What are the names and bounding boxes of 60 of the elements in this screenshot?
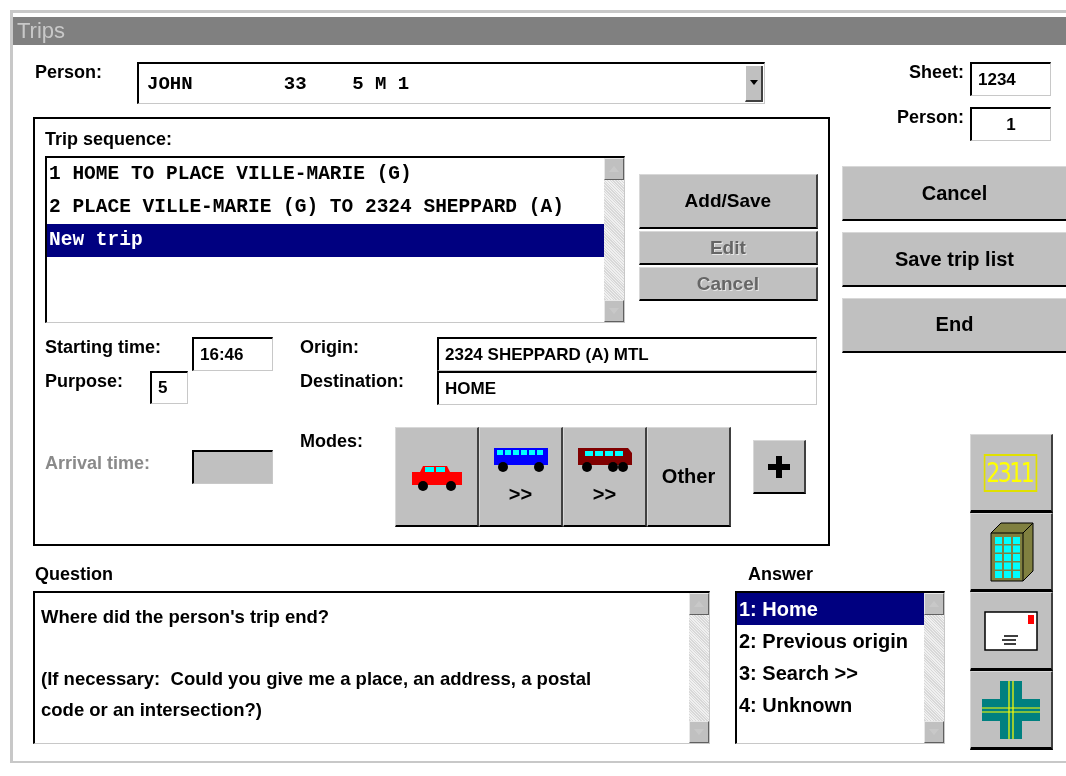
origin-field[interactable]: 2324 SHEPPARD (A) MTL bbox=[437, 337, 817, 371]
side-action-button[interactable]: Save trip list bbox=[842, 232, 1066, 287]
add-mode-button[interactable] bbox=[753, 440, 806, 494]
side-action-button[interactable]: End bbox=[842, 298, 1066, 353]
scroll-up-button[interactable] bbox=[689, 593, 709, 615]
counter-display: 2311 bbox=[984, 453, 1038, 492]
person-number-label: Person: bbox=[896, 107, 964, 128]
starting-time-label: Starting time: bbox=[45, 337, 162, 358]
trip-item[interactable]: 1 HOME TO PLACE VILLE-MARIE (G) bbox=[47, 158, 604, 191]
person-label: Person: bbox=[34, 62, 104, 83]
scrollbar[interactable] bbox=[603, 158, 624, 322]
answer-list[interactable]: 1: Home 2: Previous origin 3: Search >> 4: Unknown bbox=[735, 591, 945, 744]
question-text: Where did the person's trip end? bbox=[41, 605, 331, 629]
answer-item[interactable]: 4: Unknown bbox=[737, 689, 924, 721]
destination-label: Destination: bbox=[300, 371, 405, 392]
scrollbar[interactable] bbox=[924, 593, 944, 743]
mode-button[interactable]: Other bbox=[647, 427, 731, 527]
sheet-field[interactable]: 1234 bbox=[970, 62, 1051, 96]
mode-button[interactable] bbox=[395, 427, 479, 527]
person-number-field[interactable]: 1 bbox=[970, 107, 1051, 141]
coach-icon bbox=[576, 447, 633, 473]
tool-button[interactable] bbox=[970, 513, 1053, 592]
tool-button[interactable] bbox=[970, 592, 1053, 671]
plus-icon bbox=[767, 454, 791, 479]
mode-button[interactable]: >> bbox=[563, 427, 647, 527]
building-icon bbox=[987, 520, 1035, 583]
modes-label: Modes: bbox=[300, 431, 364, 452]
answer-item[interactable]: 2: Previous origin bbox=[737, 625, 924, 657]
destination-field[interactable]: HOME bbox=[437, 371, 817, 405]
trip-action-button[interactable]: Add/Save bbox=[638, 174, 818, 229]
answer-item[interactable]: 1: Home bbox=[737, 593, 924, 625]
intersection-icon bbox=[982, 680, 1040, 739]
arrival-time-label: Arrival time: bbox=[45, 453, 152, 474]
origin-label: Origin: bbox=[300, 337, 360, 358]
question-text: (If necessary: Could you give me a place, an address, a postal code or an intersection?) bbox=[41, 667, 593, 722]
answer-item[interactable]: 3: Search >> bbox=[737, 657, 924, 689]
person-dropdown[interactable]: JOHN 33 5 M 1 bbox=[137, 62, 765, 104]
trip-sequence-label: Trip sequence: bbox=[45, 129, 173, 149]
side-action-button[interactable]: Cancel bbox=[842, 166, 1066, 221]
purpose-field[interactable]: 5 bbox=[150, 371, 188, 404]
purpose-label: Purpose: bbox=[45, 371, 124, 392]
bus-icon bbox=[492, 447, 549, 473]
dropdown-button[interactable] bbox=[745, 65, 763, 102]
scroll-up-button[interactable] bbox=[924, 593, 944, 615]
scrollbar[interactable] bbox=[689, 593, 709, 743]
scroll-up-button[interactable] bbox=[603, 158, 624, 180]
starting-time-field[interactable]: 16:46 bbox=[192, 337, 273, 371]
trip-item[interactable]: New trip bbox=[47, 224, 604, 257]
trip-list[interactable]: 1 HOME TO PLACE VILLE-MARIE (G) 2 PLACE VILLE-MARIE (G) TO 2324 SHEPPARD (A) New trip bbox=[45, 156, 625, 323]
trip-item[interactable]: 2 PLACE VILLE-MARIE (G) TO 2324 SHEPPARD (A) bbox=[47, 191, 604, 224]
scroll-down-button[interactable] bbox=[689, 721, 709, 743]
window-title: Trips bbox=[17, 17, 66, 45]
answer-label: Answer bbox=[748, 564, 814, 584]
scroll-down-button[interactable] bbox=[603, 300, 624, 322]
sheet-label: Sheet: bbox=[909, 62, 964, 83]
scroll-down-button[interactable] bbox=[924, 721, 944, 743]
envelope-icon bbox=[984, 610, 1038, 651]
question-label: Question bbox=[34, 564, 113, 584]
mode-button[interactable]: >> bbox=[479, 427, 563, 527]
tool-button[interactable] bbox=[970, 671, 1053, 750]
